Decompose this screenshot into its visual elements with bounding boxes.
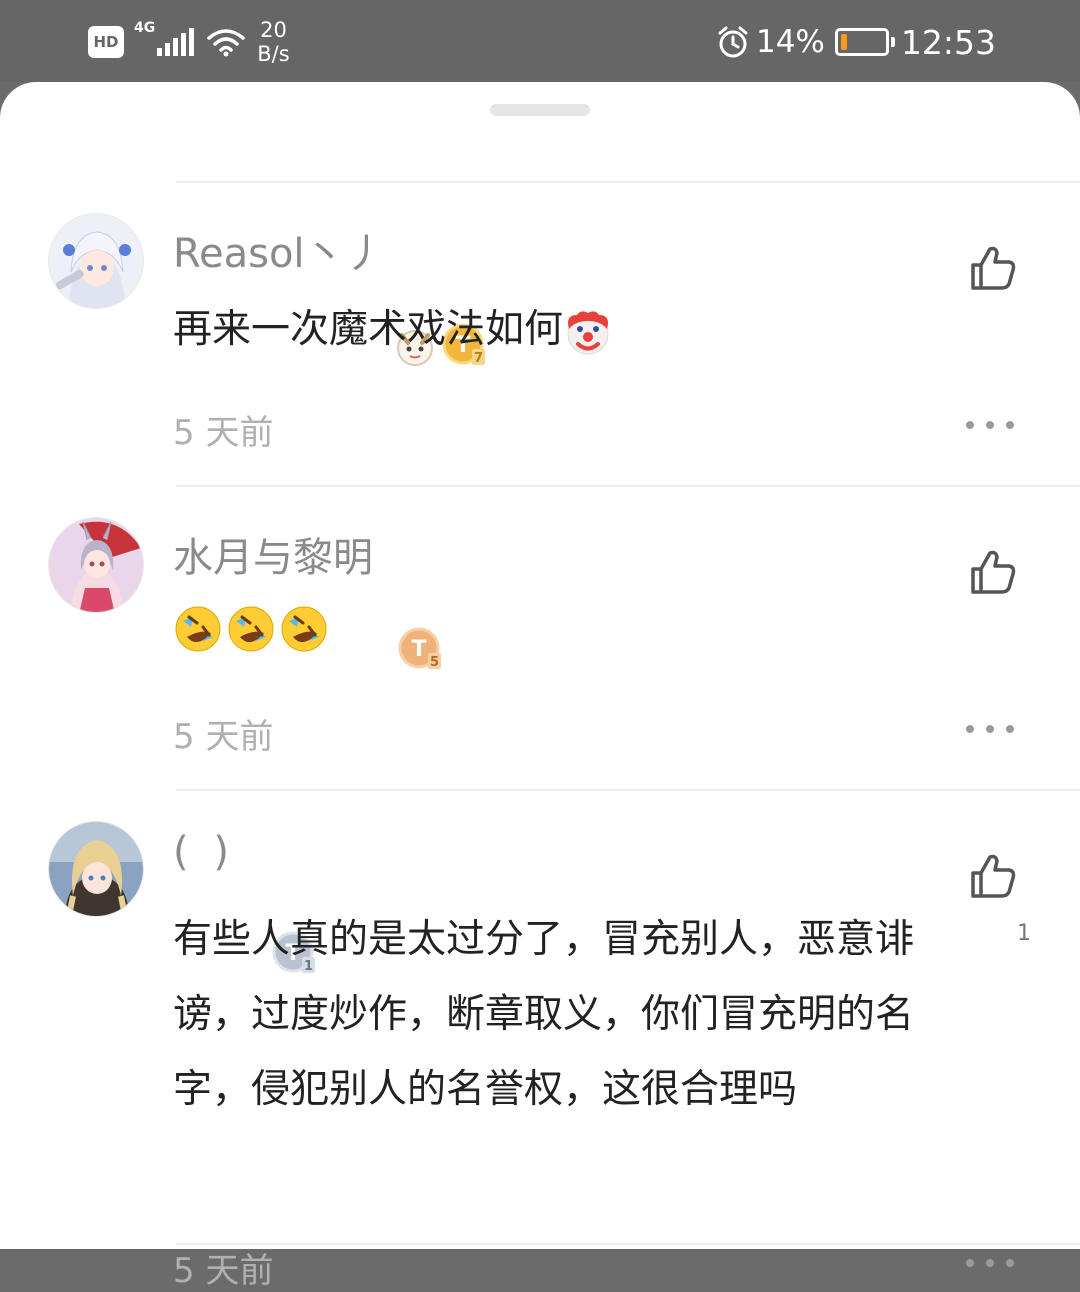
battery-icon bbox=[834, 28, 895, 56]
dot bbox=[1006, 725, 1014, 733]
comment-text: 有些人真的是太过分了，冒充别人，恶意诽谤，过度炒作，断章取义，你们冒充明的名字，… bbox=[173, 917, 915, 1112]
net-speed-unit: B/s bbox=[257, 42, 290, 66]
comment-time: 5 天前 bbox=[173, 1251, 274, 1291]
username[interactable]: ( ) bbox=[173, 829, 235, 875]
net-speed-value: 20 bbox=[260, 18, 287, 42]
comment-item: Reasol丶丿 T 7 再来一次魔术戏法如何 5 天前 bbox=[0, 183, 1080, 485]
avatar-image bbox=[49, 214, 143, 308]
username[interactable]: 水月与黎明 bbox=[173, 525, 373, 583]
alarm-icon bbox=[718, 26, 748, 58]
dot bbox=[1006, 1259, 1014, 1267]
avatar-image bbox=[49, 518, 143, 612]
username-text: Reasol丶丿 bbox=[173, 231, 385, 277]
dot bbox=[986, 725, 994, 733]
username[interactable]: Reasol丶丿 bbox=[173, 221, 385, 279]
more-options-button[interactable] bbox=[966, 721, 1014, 737]
username-text: 水月与黎明 bbox=[173, 535, 373, 581]
dot bbox=[966, 1259, 974, 1267]
like-button[interactable] bbox=[966, 241, 1020, 295]
network-speed: 20 B/s bbox=[257, 18, 289, 66]
like-button[interactable] bbox=[966, 545, 1020, 599]
clown-face-icon bbox=[567, 310, 609, 354]
status-bar: HD 4G 20 B/s 14% 12:53 bbox=[0, 0, 1080, 82]
avatar[interactable] bbox=[48, 517, 144, 613]
comment-text-content: 再来一次魔术戏法如何 bbox=[173, 307, 564, 352]
wifi-icon bbox=[207, 29, 245, 57]
dot bbox=[1006, 421, 1014, 429]
divider bbox=[176, 1243, 1080, 1245]
username-text: ( ) bbox=[173, 829, 235, 875]
dot bbox=[986, 1259, 994, 1267]
avatar[interactable] bbox=[48, 213, 144, 309]
comment-time: 5 天前 bbox=[173, 717, 274, 757]
hd-icon: HD bbox=[88, 26, 124, 58]
comment-time: 5 天前 bbox=[173, 413, 274, 453]
clock: 12:53 bbox=[900, 22, 996, 62]
thumbs-up-icon bbox=[971, 854, 1016, 898]
dot bbox=[986, 421, 994, 429]
sheet-drag-handle[interactable] bbox=[490, 104, 590, 116]
like-button[interactable] bbox=[966, 849, 1020, 903]
rolling-laughing-emoji-icon bbox=[175, 606, 327, 652]
battery-percent: 14% bbox=[755, 24, 825, 60]
status-right: 14% 12:53 bbox=[716, 14, 996, 70]
thumbs-up-icon bbox=[971, 246, 1016, 290]
comments-sheet: Reasol丶丿 T 7 再来一次魔术戏法如何 5 天前 水月与黎明 T 5 5… bbox=[0, 82, 1080, 1291]
dot bbox=[966, 421, 974, 429]
rofl-emoji bbox=[175, 606, 221, 652]
network-type: 4G bbox=[134, 20, 156, 36]
comment-text bbox=[173, 603, 983, 665]
avatar-image bbox=[49, 822, 143, 916]
avatar[interactable] bbox=[48, 821, 144, 917]
thumbs-up-icon bbox=[971, 550, 1016, 594]
dot bbox=[966, 725, 974, 733]
comment-item: ( ) T 1 有些人真的是太过分了，冒充别人，恶意诽谤，过度炒作，断章取义，你… bbox=[0, 791, 1080, 1291]
like-count: 1 bbox=[1017, 921, 1031, 946]
comment-text: 再来一次魔术戏法如何 bbox=[173, 294, 983, 366]
signal-strength-icon bbox=[157, 28, 197, 56]
more-options-button[interactable] bbox=[966, 417, 1014, 433]
battery-fill bbox=[840, 34, 847, 50]
more-options-button[interactable] bbox=[966, 1255, 1014, 1271]
status-left: HD 4G 20 B/s bbox=[88, 14, 290, 70]
comment-item: 水月与黎明 T 5 5 天前 bbox=[0, 487, 1080, 789]
